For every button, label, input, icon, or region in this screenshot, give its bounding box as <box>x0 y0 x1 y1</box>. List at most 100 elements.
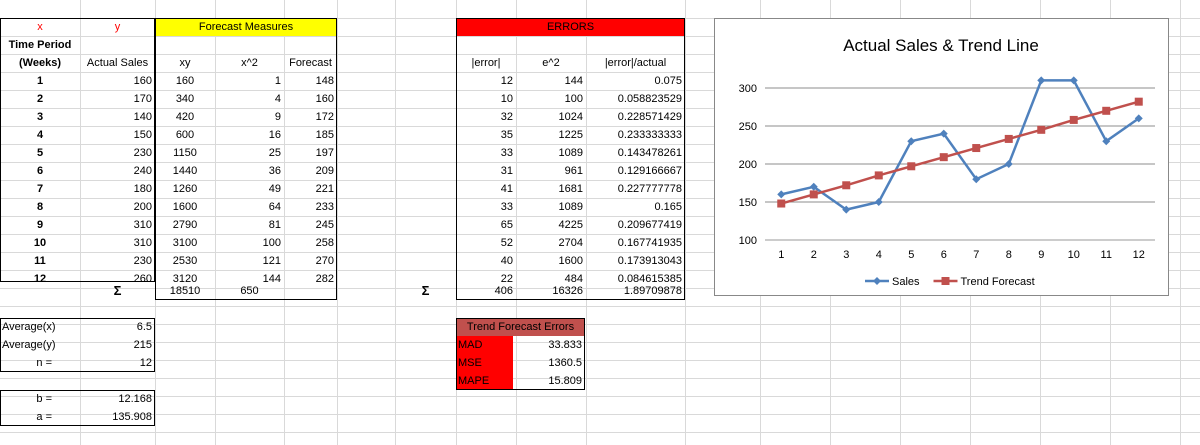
forecast-cell[interactable]: 258 <box>284 234 337 252</box>
e2-cell[interactable]: 144 <box>516 72 586 90</box>
forecast-cell[interactable]: 270 <box>284 252 337 270</box>
forecast-cell[interactable]: 185 <box>284 126 337 144</box>
sales-trend-chart[interactable]: Actual Sales & Trend Line 100 150 200 250 300… <box>714 18 1169 296</box>
mape-value[interactable]: 15.809 <box>513 372 585 390</box>
sum-x2[interactable]: 650 <box>215 282 284 300</box>
mse-label[interactable]: MSE <box>456 354 513 372</box>
sales-cell[interactable]: 160 <box>80 72 155 90</box>
period-cell[interactable]: 12 <box>0 270 80 288</box>
error-actual-cell[interactable]: 0.233333333 <box>586 126 685 144</box>
trend-errors-title[interactable]: Trend Forecast Errors <box>456 318 585 336</box>
mad-value[interactable]: 33.833 <box>513 336 585 354</box>
error-actual-cell[interactable]: 0.075 <box>586 72 685 90</box>
x2-cell[interactable]: 9 <box>215 108 284 126</box>
error-actual-cell[interactable]: 0.228571429 <box>586 108 685 126</box>
e2-cell[interactable]: 1024 <box>516 108 586 126</box>
sales-cell[interactable]: 230 <box>80 144 155 162</box>
error-actual-cell[interactable]: 0.227777778 <box>586 180 685 198</box>
e2-cell[interactable]: 961 <box>516 162 586 180</box>
abs-error-cell[interactable]: 35 <box>456 126 516 144</box>
avg-y-label[interactable]: Average(y) <box>0 336 80 354</box>
forecast-cell[interactable]: 209 <box>284 162 337 180</box>
e2-cell[interactable]: 4225 <box>516 216 586 234</box>
a-value[interactable]: 135.908 <box>80 408 155 426</box>
period-cell[interactable]: 11 <box>0 252 80 270</box>
error-actual-cell[interactable]: 0.209677419 <box>586 216 685 234</box>
x2-cell[interactable]: 1 <box>215 72 284 90</box>
period-cell[interactable]: 6 <box>0 162 80 180</box>
period-cell[interactable]: 5 <box>0 144 80 162</box>
sales-cell[interactable]: 140 <box>80 108 155 126</box>
sales-cell[interactable]: 180 <box>80 180 155 198</box>
abs-error-cell[interactable]: 41 <box>456 180 516 198</box>
sum-xy[interactable]: 18510 <box>155 282 215 300</box>
period-cell[interactable]: 10 <box>0 234 80 252</box>
e2-cell[interactable]: 100 <box>516 90 586 108</box>
e2-cell[interactable]: 1681 <box>516 180 586 198</box>
xy-cell[interactable]: 1600 <box>155 198 215 216</box>
abs-error-cell[interactable]: 10 <box>456 90 516 108</box>
time-period-header[interactable]: Time Period <box>0 36 80 54</box>
xy-cell[interactable]: 160 <box>155 72 215 90</box>
sum-symbol[interactable]: Σ <box>80 282 155 300</box>
sales-cell[interactable]: 310 <box>80 216 155 234</box>
error-actual-cell[interactable]: 0.143478261 <box>586 144 685 162</box>
period-cell[interactable]: 9 <box>0 216 80 234</box>
e2-cell[interactable]: 2704 <box>516 234 586 252</box>
x2-cell[interactable]: 4 <box>215 90 284 108</box>
n-value[interactable]: 12 <box>80 354 155 372</box>
e2-header[interactable]: e^2 <box>516 54 586 72</box>
weeks-header[interactable]: (Weeks) <box>0 54 80 72</box>
sales-cell[interactable]: 170 <box>80 90 155 108</box>
period-cell[interactable]: 4 <box>0 126 80 144</box>
y-header[interactable]: y <box>80 18 155 36</box>
x2-cell[interactable]: 49 <box>215 180 284 198</box>
abs-error-cell[interactable]: 33 <box>456 198 516 216</box>
xy-cell[interactable]: 3100 <box>155 234 215 252</box>
forecast-cell[interactable]: 221 <box>284 180 337 198</box>
x2-cell[interactable]: 81 <box>215 216 284 234</box>
xy-cell[interactable]: 1260 <box>155 180 215 198</box>
sales-cell[interactable]: 310 <box>80 234 155 252</box>
sales-cell[interactable]: 230 <box>80 252 155 270</box>
forecast-cell[interactable]: 233 <box>284 198 337 216</box>
abs-error-cell[interactable]: 65 <box>456 216 516 234</box>
period-cell[interactable]: 1 <box>0 72 80 90</box>
sum-error-actual[interactable]: 1.89709878 <box>586 282 685 300</box>
abs-error-cell[interactable]: 33 <box>456 144 516 162</box>
e2-cell[interactable]: 1600 <box>516 252 586 270</box>
avg-x-label[interactable]: Average(x) <box>0 318 80 336</box>
xy-cell[interactable]: 1440 <box>155 162 215 180</box>
errors-header[interactable]: ERRORS <box>456 18 685 36</box>
x2-header[interactable]: x^2 <box>215 54 284 72</box>
error-actual-cell[interactable]: 0.129166667 <box>586 162 685 180</box>
forecast-measures-header[interactable]: Forecast Measures <box>155 18 337 36</box>
error-actual-header[interactable]: |error|/actual <box>586 54 685 72</box>
forecast-cell[interactable]: 197 <box>284 144 337 162</box>
xy-cell[interactable]: 1150 <box>155 144 215 162</box>
mape-label[interactable]: MAPE <box>456 372 513 390</box>
abs-error-cell[interactable]: 40 <box>456 252 516 270</box>
sum-abs-error[interactable]: 406 <box>456 282 516 300</box>
mad-label[interactable]: MAD <box>456 336 513 354</box>
x-header[interactable]: x <box>0 18 80 36</box>
e2-cell[interactable]: 1089 <box>516 198 586 216</box>
xy-cell[interactable]: 340 <box>155 90 215 108</box>
period-cell[interactable]: 2 <box>0 90 80 108</box>
xy-cell[interactable]: 600 <box>155 126 215 144</box>
error-actual-cell[interactable]: 0.173913043 <box>586 252 685 270</box>
sales-cell[interactable]: 200 <box>80 198 155 216</box>
x2-cell[interactable]: 25 <box>215 144 284 162</box>
actual-sales-header[interactable]: Actual Sales <box>80 54 155 72</box>
period-cell[interactable]: 8 <box>0 198 80 216</box>
sales-cell[interactable]: 150 <box>80 126 155 144</box>
x2-cell[interactable]: 100 <box>215 234 284 252</box>
mse-value[interactable]: 1360.5 <box>513 354 585 372</box>
period-cell[interactable]: 7 <box>0 180 80 198</box>
e2-cell[interactable]: 1225 <box>516 126 586 144</box>
b-value[interactable]: 12.168 <box>80 390 155 408</box>
forecast-cell[interactable]: 172 <box>284 108 337 126</box>
b-label[interactable]: b = <box>0 390 80 408</box>
x2-cell[interactable]: 64 <box>215 198 284 216</box>
abs-error-cell[interactable]: 52 <box>456 234 516 252</box>
